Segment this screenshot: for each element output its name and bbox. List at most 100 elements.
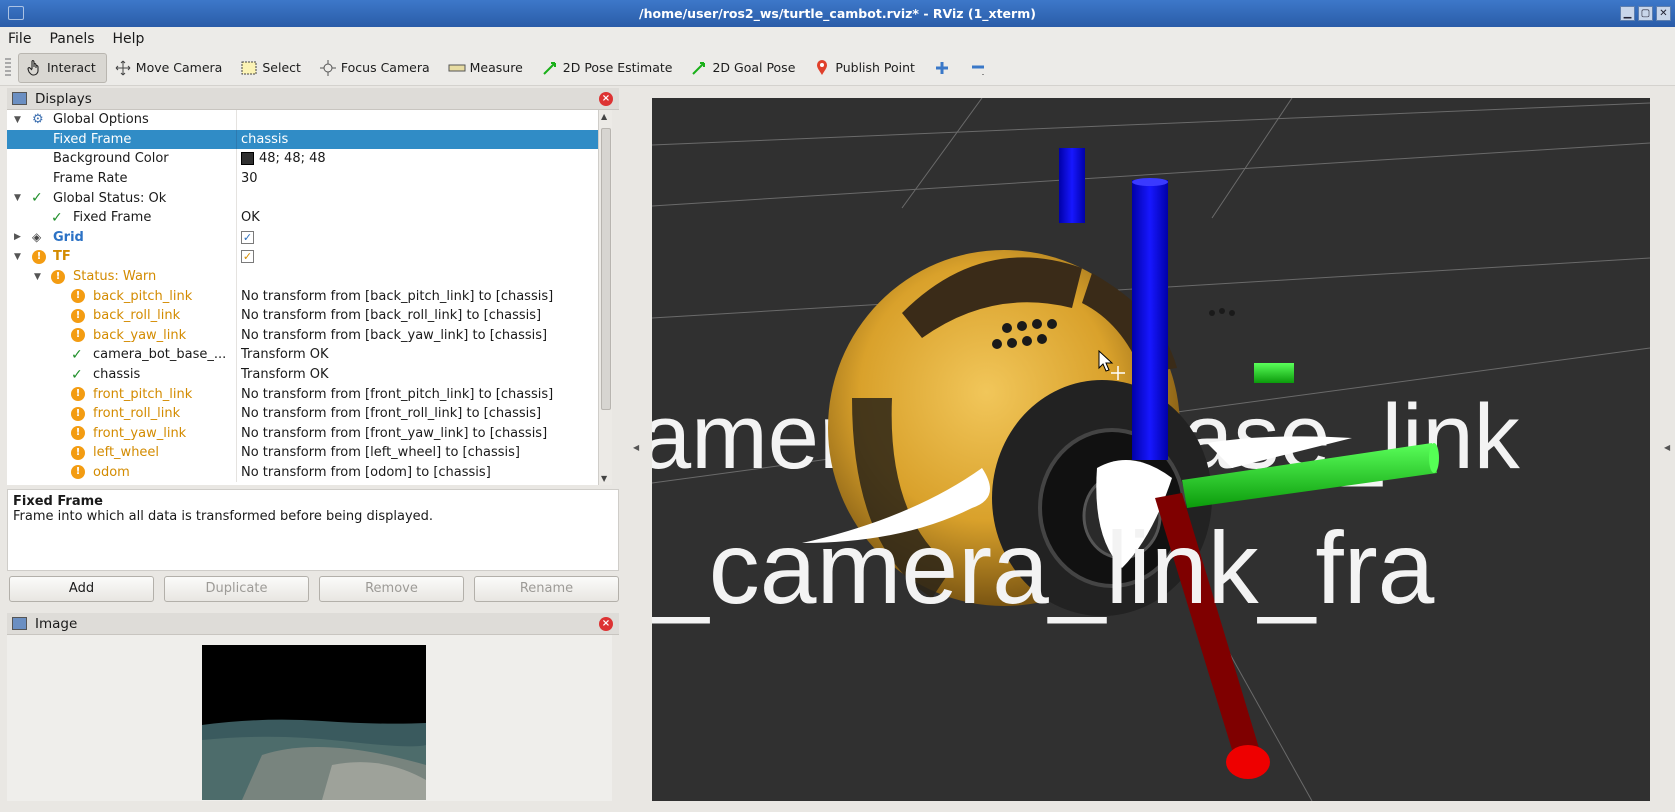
tree-row-frame[interactable]: ! back_roll_link No transform from [back… [7,305,604,326]
panel-splitter[interactable]: ◀ [627,86,639,812]
tool-publish-point[interactable]: Publish Point [806,53,926,83]
scrollbar-thumb[interactable] [601,128,611,410]
tree-row-background-color[interactable]: Background Color 48; 48; 48 [7,149,604,169]
image-panel-title: Image [35,615,78,632]
tree-label: odom [93,464,130,480]
displays-scrollbar[interactable]: ▲ ▼ [598,110,612,485]
check-icon: ✓ [71,346,83,363]
tool-2d-pose-estimate[interactable]: 2D Pose Estimate [534,53,684,83]
tree-value: No transform from [back_pitch_link] to [… [241,288,554,304]
image-panel-header: Image × [7,613,619,635]
z-axis-cylinder [1132,180,1168,460]
tree-value: Transform OK [241,367,329,383]
tree-label: Fixed Frame [53,131,132,147]
tree-value: No transform from [back_roll_link] to [c… [241,308,542,324]
grid-enabled-checkbox[interactable]: ✓ [241,230,254,244]
tool-interact[interactable]: Interact [18,52,107,83]
warning-icon: ! [32,249,46,264]
duplicate-button[interactable]: Duplicate [164,576,309,602]
frame-label-camera-link: _camera_link_fra [652,511,1435,625]
y-axis-back [1254,363,1294,383]
tool-measure[interactable]: Measure [441,53,534,83]
tree-label: camera_bot_base_... [93,347,227,363]
tree-value: No transform from [front_pitch_link] to … [241,386,554,402]
tree-label: left_wheel [93,445,160,461]
warning-icon: ! [71,328,85,343]
remove-button[interactable]: Remove [319,576,464,602]
rename-button[interactable]: Rename [474,576,619,602]
menu-help[interactable]: Help [113,31,145,47]
tree-row-global-options[interactable]: ▼ ⚙ Global Options [7,110,604,130]
tool-2d-goal-pose[interactable]: 2D Goal Pose [683,53,806,83]
tree-row-status-fixed-frame[interactable]: ✓ Fixed Frame OK [7,207,604,228]
tree-row-fixed-frame[interactable]: Fixed Frame chassis [7,129,604,150]
expand-arrow-icon[interactable]: ▼ [14,193,21,203]
tree-row-frame[interactable]: ✓ camera_bot_base_... Transform OK [7,345,604,365]
splitter-collapse-icon[interactable]: ◀ [633,443,639,452]
tree-row-global-status[interactable]: ▼ ✓ Global Status: Ok [7,188,604,208]
menu-bar: File Panels Help [0,27,1675,50]
maximize-button[interactable]: ▢ [1638,6,1653,21]
tree-label: Fixed Frame [73,210,152,226]
tree-row-frame[interactable]: ! odom No transform from [odom] to [chas… [7,462,604,483]
tree-row-frame[interactable]: ✓ chassis Transform OK [7,364,604,385]
toolbar-grip[interactable] [5,58,11,78]
tree-row-frame[interactable]: ! front_roll_link No transform from [fro… [7,403,604,424]
collapse-arrow-icon[interactable]: ▶ [14,232,21,242]
menu-file[interactable]: File [8,31,31,47]
scroll-up-arrow-icon[interactable]: ▲ [601,112,607,121]
tool-2d-goal-pose-label: 2D Goal Pose [712,60,796,75]
right-splitter-icon[interactable]: ◀ [1664,443,1670,452]
add-tool-button[interactable] [926,53,962,83]
tf-enabled-checkbox[interactable]: ✓ [241,250,254,264]
tool-publish-point-label: Publish Point [835,60,915,75]
minimize-button[interactable]: ▁ [1620,6,1635,21]
add-button[interactable]: Add [9,576,154,602]
color-swatch[interactable] [241,152,254,166]
tree-row-frame[interactable]: ! back_pitch_link No transform from [bac… [7,286,604,306]
displays-tree: ▼ ⚙ Global Options Fixed Frame chassis B… [7,110,605,485]
tree-row-frame[interactable]: ! front_pitch_link No transform from [fr… [7,384,604,404]
tree-row-frame[interactable]: ! front_yaw_link No transform from [fron… [7,423,604,444]
background-color-value[interactable]: 48; 48; 48 [259,151,326,166]
fixed-frame-value[interactable]: chassis [237,132,288,147]
camera-image [202,645,426,800]
scroll-down-arrow-icon[interactable]: ▼ [601,474,607,483]
tool-focus-camera[interactable]: Focus Camera [312,53,441,83]
tree-value: No transform from [front_roll_link] to [… [241,406,542,422]
tree-label: Status: Warn [73,269,157,285]
tool-select[interactable]: Select [233,53,312,83]
move-camera-icon [114,60,132,76]
tree-row-frame-rate[interactable]: Frame Rate 30 [7,168,604,189]
tree-row-grid[interactable]: ▶ ◈ Grid ✓ [7,227,604,248]
render-viewport[interactable]: amera_bot_base_link [652,98,1650,801]
tree-value: No transform from [left_wheel] to [chass… [241,445,520,461]
remove-tool-button[interactable] [962,53,998,83]
image-close-icon[interactable]: × [599,617,613,631]
tool-move-camera[interactable]: Move Camera [107,53,234,83]
frame-rate-value[interactable]: 30 [237,171,258,186]
warning-icon: ! [71,387,85,402]
image-panel-body [7,635,612,801]
tree-row-status-warn[interactable]: ▼ ! Status: Warn [7,266,604,287]
warning-icon: ! [71,289,85,304]
grid-icon: ◈ [32,230,42,245]
tree-label: back_yaw_link [93,327,187,343]
expand-arrow-icon[interactable]: ▼ [14,115,21,125]
menu-panels[interactable]: Panels [49,31,94,47]
displays-close-icon[interactable]: × [599,92,613,106]
tree-label: chassis [93,367,141,383]
description-text: Frame into which all data is transformed… [13,509,434,524]
focus-camera-icon [319,59,337,76]
tree-row-frame[interactable]: ! left_wheel No transform from [left_whe… [7,443,604,463]
tree-row-tf[interactable]: ▼ ! TF ✓ [7,247,604,267]
select-box-icon [240,60,258,76]
displays-panel-title: Displays [35,90,92,107]
z-axis-back [1059,148,1085,223]
tree-row-frame[interactable]: ! back_yaw_link No transform from [back_… [7,325,604,346]
close-button[interactable]: ✕ [1656,6,1671,21]
monitor-icon [12,92,27,105]
ruler-icon [448,60,466,76]
expand-arrow-icon[interactable]: ▼ [34,272,41,282]
expand-arrow-icon[interactable]: ▼ [14,252,21,262]
